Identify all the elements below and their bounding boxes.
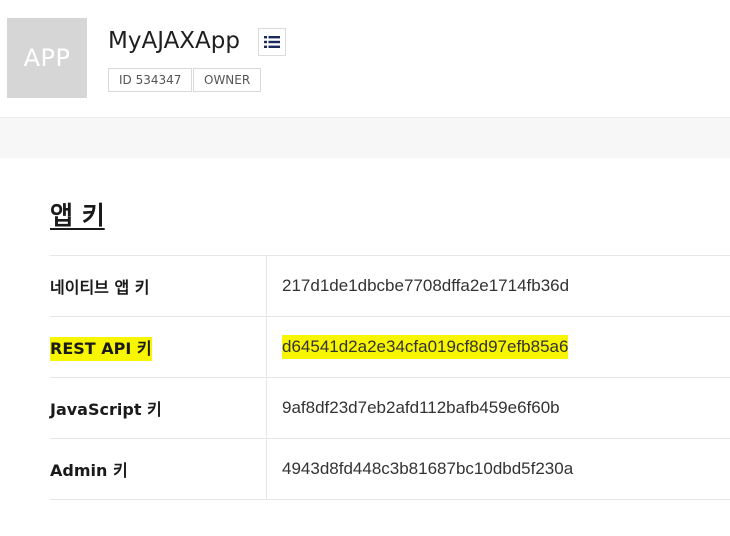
key-value[interactable]: 4943d8fd448c3b81687bc10dbd5f230a <box>282 459 573 478</box>
app-name: MyAJAXApp <box>108 28 240 54</box>
key-label: REST API 키 <box>50 337 152 361</box>
key-value-cell: 4943d8fd448c3b81687bc10dbd5f230a <box>266 438 730 500</box>
key-value[interactable]: 217d1de1dbcbe7708dffa2e1714fb36d <box>282 276 569 295</box>
list-icon <box>264 36 280 48</box>
app-keys-table: 네이티브 앱 키 217d1de1dbcbe7708dffa2e1714fb36… <box>50 255 730 500</box>
app-thumbnail: APP <box>7 18 87 98</box>
key-label-cell: REST API 키 <box>50 316 267 378</box>
app-header: APP MyAJAXApp ID 534347 OWNER <box>0 0 730 118</box>
table-row: 네이티브 앱 키 217d1de1dbcbe7708dffa2e1714fb36… <box>50 255 730 317</box>
app-role-badge: OWNER <box>193 68 262 92</box>
key-value[interactable]: d64541d2a2e34cfa019cf8d97efb85a6 <box>282 335 569 359</box>
section-title: 앱 키 <box>50 201 105 230</box>
key-value[interactable]: 9af8df23d7eb2afd112bafb459e6f60b <box>282 398 560 417</box>
key-label: Admin 키 <box>50 438 267 500</box>
table-row: JavaScript 키 9af8df23d7eb2afd112bafb459e… <box>50 377 730 439</box>
key-label: JavaScript 키 <box>50 377 267 439</box>
key-value-cell: 9af8df23d7eb2afd112bafb459e6f60b <box>266 377 730 439</box>
key-value-cell: 217d1de1dbcbe7708dffa2e1714fb36d <box>266 255 730 317</box>
app-menu-button[interactable] <box>258 28 286 56</box>
table-row: REST API 키 d64541d2a2e34cfa019cf8d97efb8… <box>50 316 730 378</box>
app-id-badge: ID 534347 <box>108 68 193 92</box>
section-divider-band <box>0 118 730 158</box>
key-value-cell: d64541d2a2e34cfa019cf8d97efb85a6 <box>266 316 730 378</box>
key-label: 네이티브 앱 키 <box>50 255 267 317</box>
table-row: Admin 키 4943d8fd448c3b81687bc10dbd5f230a <box>50 438 730 500</box>
app-thumbnail-text: APP <box>23 44 71 72</box>
